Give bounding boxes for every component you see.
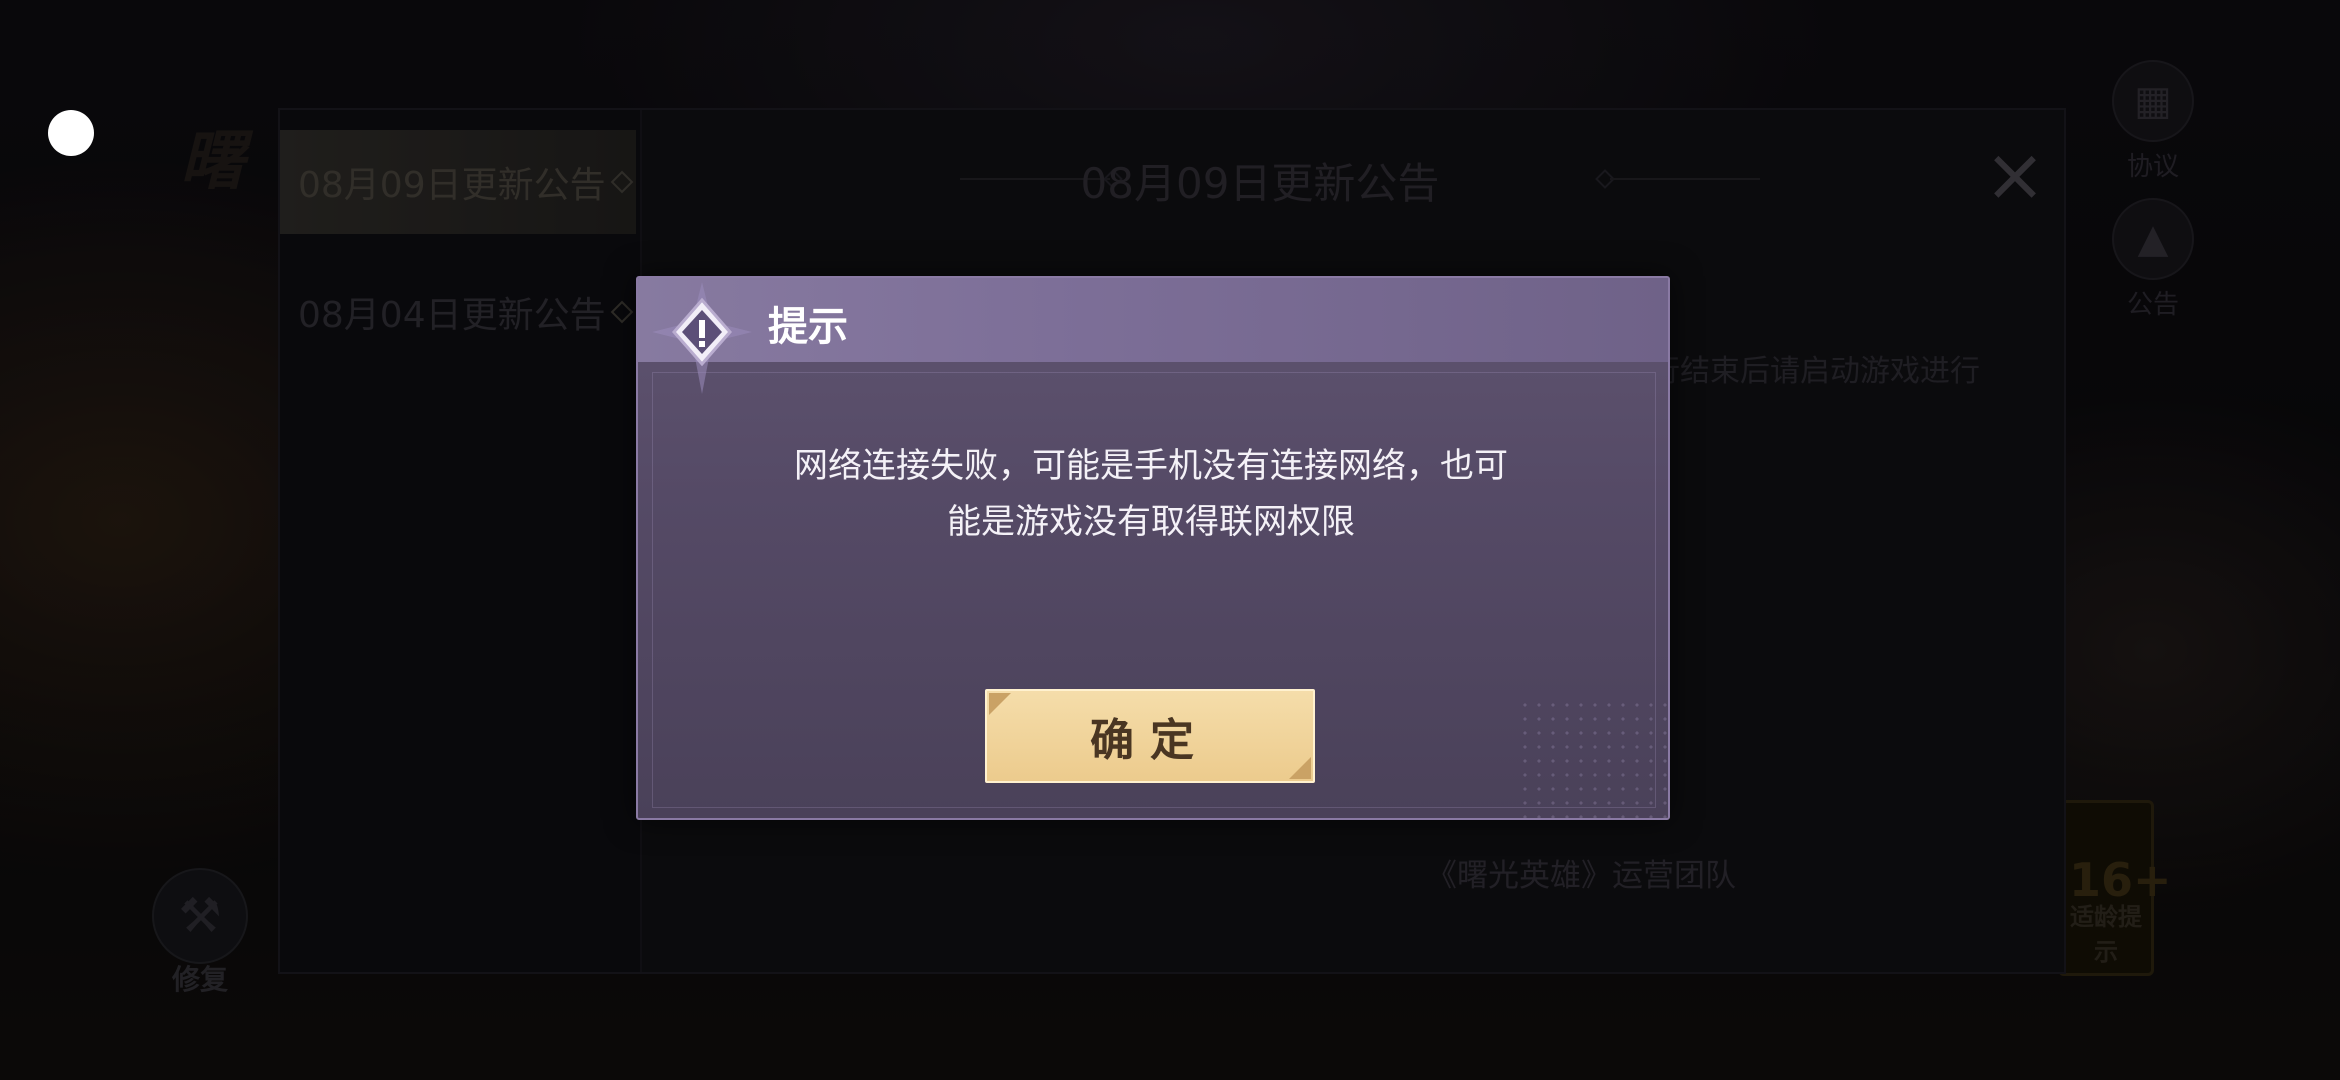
dialog-dot-pattern [1518, 698, 1668, 818]
warning-icon [652, 282, 752, 394]
dialog-message: 网络连接失败，可能是手机没有连接网络，也可 能是游戏没有取得联网权限 [636, 438, 1666, 550]
confirm-button[interactable]: 确定 [985, 689, 1315, 783]
confirm-label: 确定 [1090, 715, 1210, 766]
dialog-message-line: 能是游戏没有取得联网权限 [947, 502, 1355, 542]
dialog-title: 提示 [768, 304, 848, 350]
button-corner-decoration [989, 693, 1011, 715]
button-corner-decoration [1289, 757, 1311, 779]
camera-cutout [48, 110, 94, 156]
dialog-message-line: 网络连接失败，可能是手机没有连接网络，也可 [794, 446, 1508, 486]
